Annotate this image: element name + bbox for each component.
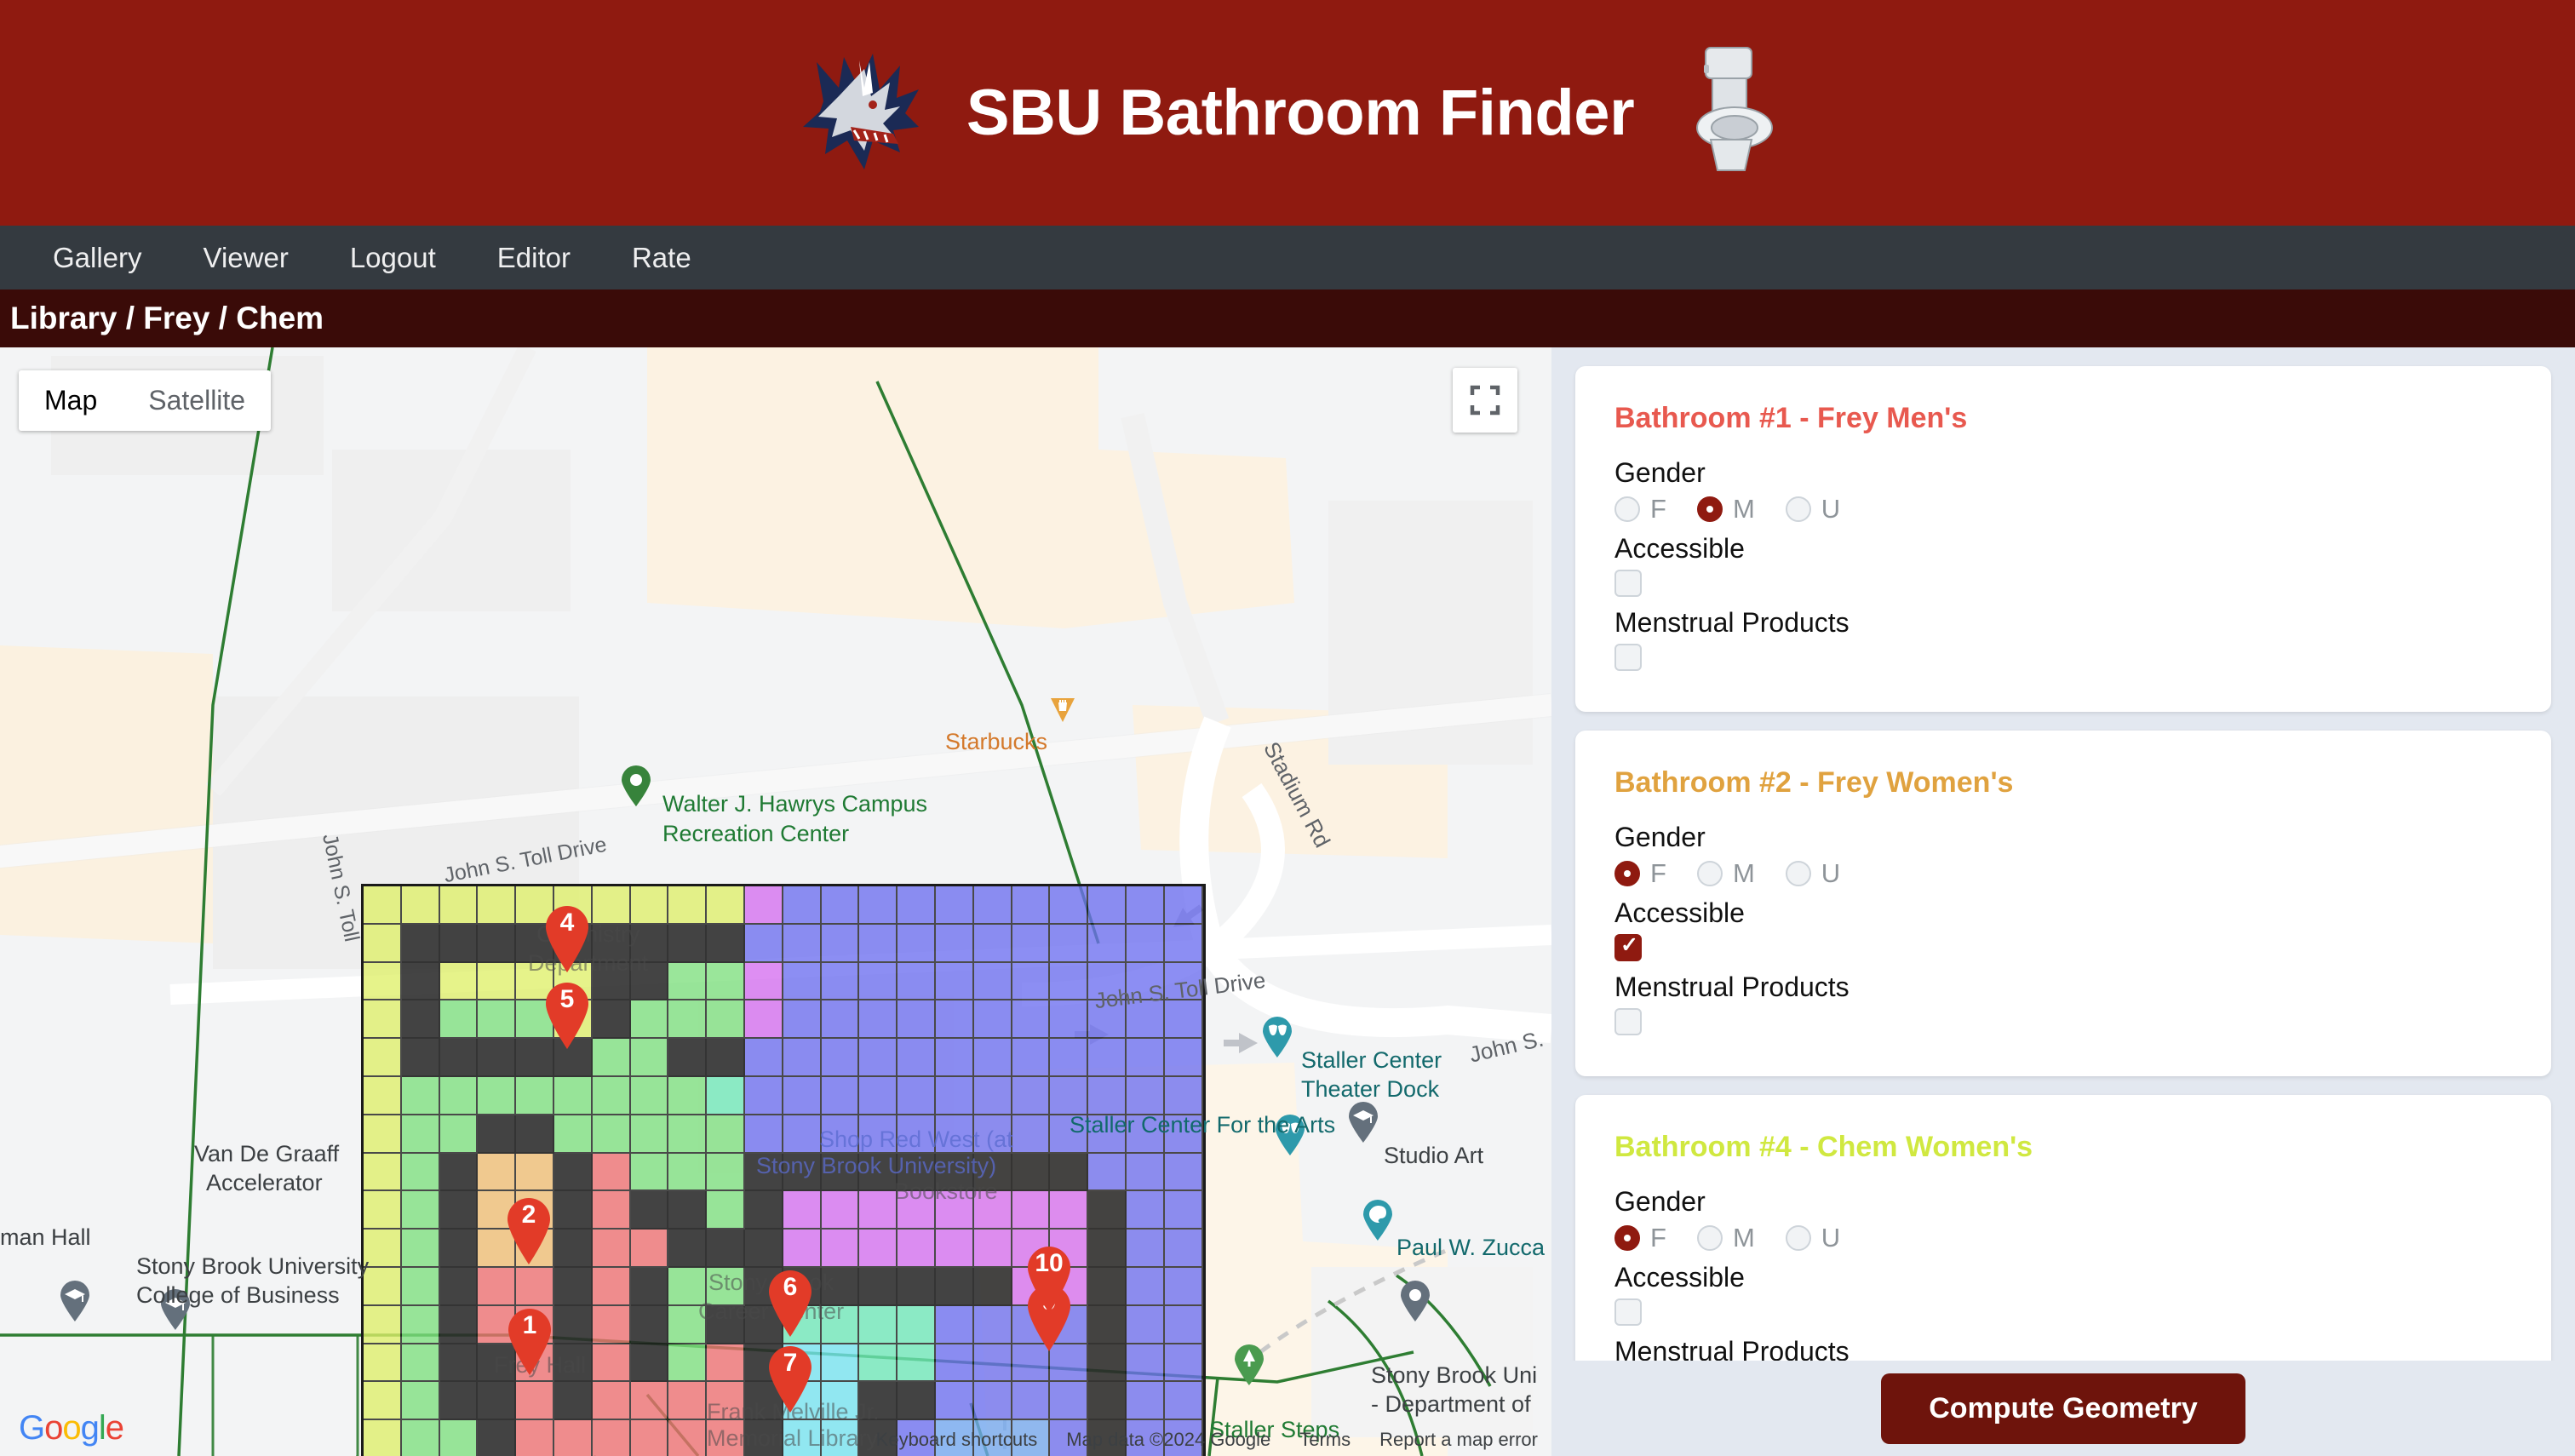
toilet-icon <box>1696 47 1774 171</box>
gender-radio-group[interactable]: FMU <box>1614 1223 2512 1253</box>
google-logo: Google <box>19 1409 124 1447</box>
map-type-map[interactable]: Map <box>19 370 123 431</box>
bathroom-marker-10[interactable]: 10 <box>1023 1242 1075 1314</box>
attribution-map-data: Map data ©2024 Google <box>1066 1429 1271 1450</box>
bathroom-card-title: Bathroom #4 - Chem Women's <box>1614 1131 2033 1163</box>
gender-option-label: M <box>1732 1223 1755 1253</box>
main-content: 124567891011 ChemistryDepartmentShop Red… <box>0 347 2575 1456</box>
attribution-keyboard-shortcuts[interactable]: Keyboard shortcuts <box>876 1429 1038 1451</box>
breadcrumb: Library / Frey / Chem <box>0 289 2575 347</box>
gender-option-label: F <box>1650 858 1666 888</box>
bathroom-marker-number: 7 <box>783 1349 798 1377</box>
gender-label: Gender <box>1614 822 1706 852</box>
bathroom-card-title: Bathroom #1 - Frey Men's <box>1614 402 1968 434</box>
gender-option-label: F <box>1650 1223 1666 1253</box>
gender-option-label: M <box>1732 494 1755 524</box>
gender-radio-group[interactable]: FMU <box>1614 858 2512 889</box>
gender-radio-m[interactable] <box>1696 861 1723 886</box>
gender-option-u[interactable]: U <box>1785 1223 1841 1253</box>
accessible-checkbox[interactable] <box>1614 1298 1642 1326</box>
fullscreen-icon <box>1470 385 1500 416</box>
attribution-report-error[interactable]: Report a map error <box>1379 1429 1538 1451</box>
gender-option-label: U <box>1821 494 1841 524</box>
gender-option-f[interactable]: F <box>1614 494 1666 525</box>
bathroom-marker-number: 4 <box>559 909 575 937</box>
bathroom-card: Bathroom #2 - Frey Women's Gender F M U Acces… <box>1575 731 2551 1076</box>
gender-option-label: U <box>1821 1223 1841 1253</box>
fullscreen-button[interactable] <box>1453 368 1517 433</box>
compute-geometry-button[interactable]: Compute Geometry <box>1881 1373 2245 1444</box>
accessible-checkbox[interactable] <box>1614 570 1642 597</box>
gender-option-u[interactable]: U <box>1785 494 1841 525</box>
bathroom-card-title: Bathroom #2 - Frey Women's <box>1614 766 2014 799</box>
gender-radio-u[interactable] <box>1785 861 1811 886</box>
nav-item-gallery[interactable]: Gallery <box>22 226 173 289</box>
app-header: SBU Bathroom Finder <box>0 0 2575 226</box>
bathroom-marker-number: 6 <box>783 1273 798 1301</box>
bathroom-details-panel: Bathroom #1 - Frey Men's Gender F M U Accessi… <box>1551 347 2575 1456</box>
bathroom-marker-layer: 124567891011 <box>0 347 1551 1456</box>
gender-option-m[interactable]: M <box>1696 1223 1755 1253</box>
breadcrumb-text: Library / Frey / Chem <box>10 301 324 335</box>
gender-radio-f[interactable] <box>1614 496 1640 522</box>
bathroom-marker-number: 5 <box>559 985 575 1013</box>
menstrual-products-label: Menstrual Products <box>1614 972 1850 1002</box>
accessible-checkbox[interactable] <box>1614 932 1642 961</box>
nav-item-viewer[interactable]: Viewer <box>173 226 319 289</box>
gender-label: Gender <box>1614 457 1706 488</box>
main-navbar: Gallery Viewer Logout Editor Rate <box>0 226 2575 289</box>
bathroom-cards-list: Bathroom #1 - Frey Men's Gender F M U Accessi… <box>1575 366 2551 1456</box>
map-container[interactable]: 124567891011 ChemistryDepartmentShop Red… <box>0 347 1551 1456</box>
gender-option-u[interactable]: U <box>1785 858 1841 889</box>
menstrual-products-checkbox[interactable] <box>1614 1008 1642 1035</box>
gender-radio-group[interactable]: FMU <box>1614 494 2512 525</box>
menstrual-products-checkbox[interactable] <box>1614 644 1642 671</box>
nav-item-editor[interactable]: Editor <box>467 226 601 289</box>
gender-radio-u[interactable] <box>1785 1225 1811 1251</box>
gender-radio-u[interactable] <box>1785 496 1811 522</box>
gender-option-label: F <box>1650 494 1666 524</box>
gender-radio-m[interactable] <box>1696 1225 1723 1251</box>
gender-radio-f[interactable] <box>1614 861 1640 886</box>
accessible-label: Accessible <box>1614 533 1745 564</box>
bathroom-card: Bathroom #1 - Frey Men's Gender F M U Accessi… <box>1575 366 2551 712</box>
bathroom-marker-number: 1 <box>522 1311 537 1339</box>
attribution-terms[interactable]: Terms <box>1299 1429 1351 1451</box>
panel-footer: Compute Geometry <box>1551 1361 2575 1456</box>
gender-radio-f[interactable] <box>1614 1225 1640 1251</box>
bathroom-marker-number: 10 <box>1035 1249 1064 1277</box>
page-title: SBU Bathroom Finder <box>966 77 1635 149</box>
accessible-label: Accessible <box>1614 897 1745 928</box>
gender-radio-m[interactable] <box>1696 496 1723 522</box>
bathroom-marker-4[interactable]: 4 <box>541 902 594 973</box>
bathroom-marker-2[interactable]: 2 <box>502 1194 555 1265</box>
nav-item-logout[interactable]: Logout <box>319 226 467 289</box>
map-attribution: Keyboard shortcuts Map data ©2024 Google… <box>876 1429 1538 1451</box>
wolfie-seawolf-logo <box>802 53 919 169</box>
gender-option-label: M <box>1732 858 1755 888</box>
bathroom-marker-6[interactable]: 6 <box>764 1266 817 1338</box>
gender-option-m[interactable]: M <box>1696 858 1755 889</box>
gender-option-f[interactable]: F <box>1614 1223 1666 1253</box>
bathroom-marker-number: 2 <box>521 1201 536 1229</box>
gender-label: Gender <box>1614 1186 1706 1217</box>
nav-item-rate[interactable]: Rate <box>601 226 722 289</box>
bathroom-marker-1[interactable]: 1 <box>503 1304 556 1376</box>
bathroom-marker-5[interactable]: 5 <box>541 978 594 1050</box>
map-type-satellite[interactable]: Satellite <box>123 370 271 431</box>
gender-option-m[interactable]: M <box>1696 494 1755 525</box>
gender-option-f[interactable]: F <box>1614 858 1666 889</box>
bathroom-marker-7[interactable]: 7 <box>764 1342 817 1413</box>
gender-option-label: U <box>1821 858 1841 888</box>
map-type-control[interactable]: Map Satellite <box>19 370 272 431</box>
menstrual-products-label: Menstrual Products <box>1614 607 1850 638</box>
accessible-label: Accessible <box>1614 1262 1745 1293</box>
